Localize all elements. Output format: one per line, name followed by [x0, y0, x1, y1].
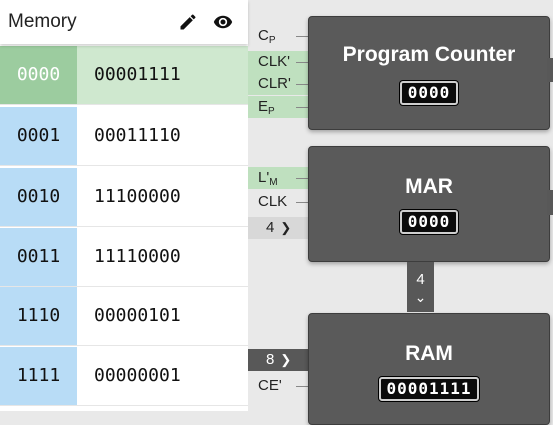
- mar-bus-width: 4: [266, 219, 275, 236]
- memory-address: 0011: [0, 228, 77, 286]
- ram-display: 00001111: [379, 377, 479, 401]
- signal-clr-label: CLR': [258, 75, 291, 92]
- memory-panel: Memory 0000 00001111 0001 00011110 0010 …: [0, 0, 248, 411]
- mar-output-tab: [547, 190, 553, 215]
- signal-ep[interactable]: EP: [248, 96, 308, 118]
- mar-component[interactable]: MAR 0000: [308, 146, 550, 262]
- memory-row[interactable]: 0000 00001111: [0, 46, 248, 105]
- program-counter-display: 0000: [400, 81, 458, 105]
- signal-cp[interactable]: CP: [248, 25, 308, 47]
- mar-display: 0000: [400, 210, 458, 234]
- signal-cp-label: CP: [258, 27, 276, 46]
- signal-clk-mar[interactable]: CLK: [248, 191, 308, 213]
- signal-clk-pc[interactable]: CLK': [248, 51, 308, 73]
- signal-wire: [296, 107, 308, 108]
- eye-icon[interactable]: [212, 12, 234, 32]
- ram-bus-output[interactable]: 8 ❯: [248, 349, 308, 371]
- mar-bus-input[interactable]: 4 ❯: [248, 217, 308, 239]
- memory-title: Memory: [8, 11, 77, 32]
- memory-header: Memory: [0, 0, 248, 44]
- chevron-right-icon: ❯: [280, 220, 292, 235]
- memory-value[interactable]: 11100000: [77, 168, 248, 226]
- pencil-icon[interactable]: [177, 12, 199, 32]
- chevron-right-icon: ❯: [280, 352, 292, 367]
- signal-clk-mar-label: CLK: [258, 193, 288, 210]
- signal-wire: [296, 386, 308, 387]
- memory-address: 1111: [0, 347, 77, 405]
- memory-address: 1110: [0, 287, 77, 345]
- memory-row[interactable]: 0001 00011110: [0, 107, 248, 166]
- memory-row[interactable]: 0011 11110000: [0, 228, 248, 287]
- signal-clr[interactable]: CLR': [248, 73, 308, 95]
- ram-bus-width: 8: [266, 351, 275, 368]
- signal-lm[interactable]: L'M: [248, 167, 308, 189]
- signal-wire: [296, 202, 308, 203]
- signal-wire: [296, 36, 308, 37]
- mar-ram-bus[interactable]: 4 ⌄: [407, 262, 434, 312]
- memory-address: 0010: [0, 168, 77, 226]
- program-counter-title: Program Counter: [342, 43, 516, 66]
- signal-clk-pc-label: CLK': [258, 53, 291, 70]
- signal-ep-label: EP: [258, 98, 275, 117]
- ram-component[interactable]: RAM 00001111: [308, 313, 550, 425]
- memory-row[interactable]: 1110 00000101: [0, 287, 248, 346]
- signal-wire: [296, 62, 308, 63]
- signal-lm-label: L'M: [258, 169, 278, 188]
- chevron-down-icon: ⌄: [414, 289, 427, 305]
- memory-value[interactable]: 11110000: [77, 228, 248, 286]
- signal-ce[interactable]: CE': [248, 375, 308, 397]
- ram-title: RAM: [405, 342, 453, 365]
- mar-title: MAR: [405, 175, 453, 198]
- signal-ce-label: CE': [258, 377, 282, 394]
- memory-row[interactable]: 1111 00000001: [0, 347, 248, 406]
- memory-value[interactable]: 00000101: [77, 287, 248, 345]
- memory-address: 0000: [0, 46, 77, 104]
- signal-wire: [296, 178, 308, 179]
- memory-row[interactable]: 0010 11100000: [0, 168, 248, 227]
- memory-value[interactable]: 00001111: [77, 46, 248, 104]
- program-counter-output-tab: [547, 58, 553, 82]
- signal-wire: [296, 84, 308, 85]
- memory-value[interactable]: 00000001: [77, 347, 248, 405]
- memory-value[interactable]: 00011110: [77, 107, 248, 165]
- memory-address: 0001: [0, 107, 77, 165]
- mar-ram-bus-width: 4: [416, 271, 425, 288]
- program-counter-component[interactable]: Program Counter 0000: [308, 16, 550, 130]
